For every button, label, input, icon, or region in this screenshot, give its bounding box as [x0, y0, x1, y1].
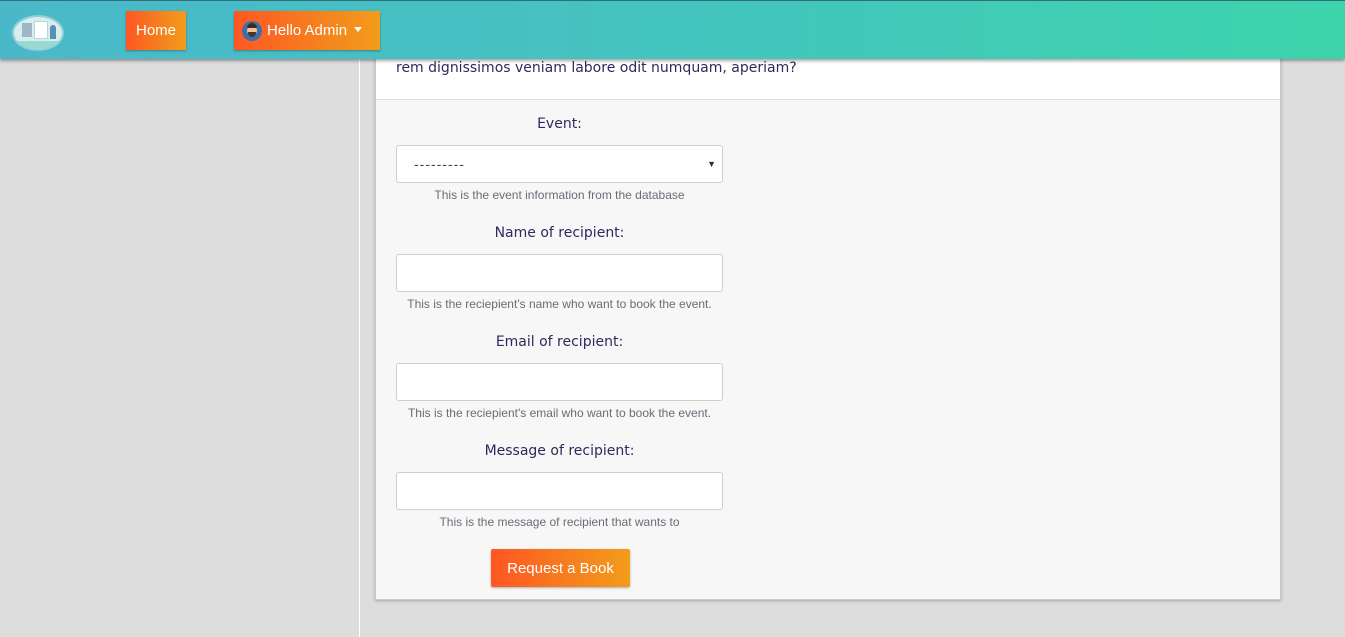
admin-avatar-icon	[242, 20, 262, 41]
home-button-label: Home	[135, 22, 176, 39]
message-label: Message of recipient:	[484, 443, 635, 459]
message-help-text: This is the message of recipient that wa…	[439, 515, 680, 529]
event-select[interactable]: --------- ▼	[396, 145, 723, 183]
user-menu-label: Hello Admin	[267, 22, 348, 39]
event-select-value: ---------	[414, 156, 465, 172]
top-navbar: Home Hello Admin	[0, 0, 1345, 59]
card-intro-text: rem dignissimos veniam labore odit numqu…	[396, 60, 797, 76]
recipient-name-input[interactable]	[396, 254, 723, 292]
name-label: Name of recipient:	[494, 225, 625, 241]
caret-down-icon	[354, 27, 363, 32]
sidebar-divider	[359, 59, 360, 637]
clinic-logo-icon[interactable]	[12, 15, 64, 51]
event-label: Event:	[537, 116, 582, 132]
request-book-label: Request a Book	[507, 559, 614, 577]
email-label: Email of recipient:	[495, 334, 624, 350]
name-help-text: This is the reciepient's name who want t…	[407, 297, 712, 311]
user-menu-button[interactable]: Hello Admin	[234, 11, 380, 50]
select-arrow-icon: ▼	[707, 159, 716, 169]
event-help-text: This is the event information from the d…	[434, 188, 685, 202]
recipient-email-input[interactable]	[396, 363, 723, 401]
booking-card: rem dignissimos veniam labore odit numqu…	[375, 40, 1281, 600]
email-help-text: This is the reciepient's email who want …	[407, 406, 712, 420]
home-button[interactable]: Home	[126, 11, 186, 50]
recipient-message-input[interactable]	[396, 472, 723, 510]
request-book-button[interactable]: Request a Book	[491, 549, 630, 587]
